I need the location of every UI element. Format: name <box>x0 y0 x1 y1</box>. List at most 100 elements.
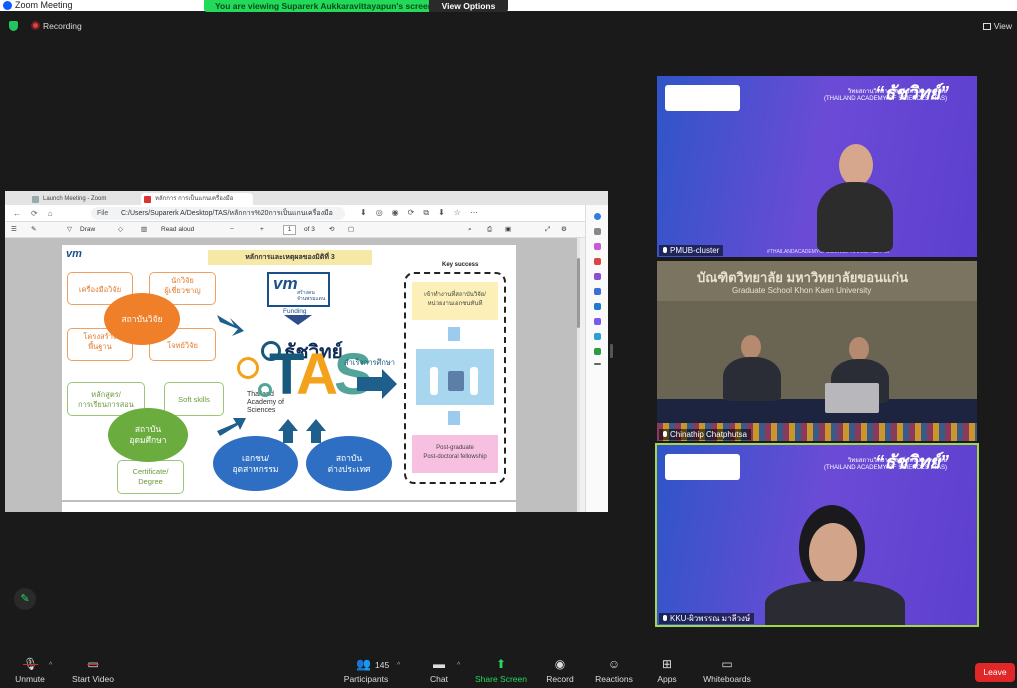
bing-icon[interactable] <box>593 213 601 220</box>
record-button[interactable]: ◉ Record <box>545 652 575 688</box>
chat-icon: ▬ <box>433 657 445 671</box>
two-page-icon[interactable]: ▢ <box>348 222 354 238</box>
pdf-page-next <box>62 502 516 512</box>
search-icon[interactable]: ⌕ <box>468 222 472 238</box>
participant-name-label: Chinathip Chatphutsa <box>659 429 751 440</box>
shared-screen[interactable]: Launch Meeting - Zoom หลักการ การเป็นแกน… <box>5 191 608 512</box>
record-icon: ◉ <box>554 657 566 671</box>
participants-button[interactable]: 👥 Participants <box>342 652 390 688</box>
leave-button[interactable]: Leave <box>975 663 1015 682</box>
tree-icon[interactable] <box>593 348 601 355</box>
participant-head <box>741 335 761 359</box>
view-options-button[interactable]: View Options <box>429 0 508 12</box>
fullscreen-icon[interactable]: ⤢ <box>545 222 550 238</box>
outlook-icon[interactable] <box>593 303 601 310</box>
add-icon[interactable] <box>593 363 601 365</box>
pdf-scrollbar[interactable] <box>577 238 580 512</box>
designer-icon[interactable] <box>593 318 601 325</box>
share-screen-icon: ⬆ <box>495 657 507 671</box>
browser-tab-active[interactable]: หลักการ การเป็นแกนเครื่องมือสนับสนุน... <box>141 193 253 214</box>
settings-icon[interactable]: ⚙ <box>561 222 567 238</box>
reactions-label: Reactions <box>595 674 633 684</box>
partner-logos <box>665 454 740 480</box>
banner-subtitle: Graduate School Khon Kaen University <box>732 286 872 295</box>
video-off-icon: ▭ <box>87 657 99 671</box>
draw-button[interactable]: Draw <box>80 222 95 238</box>
meeting-info-bar: Recording View <box>0 19 1017 33</box>
participants-caret[interactable]: ^ <box>397 662 400 669</box>
chat-caret[interactable]: ^ <box>457 662 460 669</box>
reactions-button[interactable]: ☺ Reactions <box>594 652 634 688</box>
games-icon[interactable] <box>593 273 601 280</box>
contents-icon[interactable]: ☰ <box>11 222 17 238</box>
participant-name-label: KKU-ผิวพรรณ มาลีวงษ์ <box>659 613 755 624</box>
read-aloud-button[interactable]: Read aloud <box>161 222 194 238</box>
share-screen-label: Share Screen <box>475 674 527 684</box>
pdf-page: vm หลักการและเหตุผลของมิติที่ 3 เครื่องม… <box>62 245 516 500</box>
unmute-button[interactable]: 🎙 Unmute <box>12 652 48 688</box>
drop-icon[interactable] <box>593 333 601 340</box>
page-view-icon[interactable]: ▥ <box>141 222 147 238</box>
table <box>657 399 977 423</box>
mic-icon <box>663 247 667 253</box>
whiteboard-icon: ▭ <box>721 657 733 671</box>
key-success-bottom: Post-graduate Post-doctoral fellowship <box>412 435 498 473</box>
view-button[interactable]: View <box>982 21 1012 31</box>
print-icon[interactable]: ⎙ <box>487 222 492 238</box>
search-icon[interactable] <box>593 228 601 235</box>
arrow-down-icon <box>448 411 460 425</box>
m365-icon[interactable] <box>593 288 601 295</box>
laptop <box>825 383 879 413</box>
chat-label: Chat <box>430 674 448 684</box>
apps-button[interactable]: ⊞ Apps <box>653 652 681 688</box>
chat-button[interactable]: ▬ Chat <box>424 652 454 688</box>
graduation-success-label: สำเร็จการศึกษา <box>344 358 396 367</box>
share-banner-message: You are viewing Suparerk Aukkaravittayap… <box>215 1 433 11</box>
browser-tab[interactable]: Launch Meeting - Zoom <box>29 193 139 205</box>
pdf-toolbar: ☰ ✎ ▽ Draw ◇ ▥ Read aloud − + 1 of 3 ⟲ ▢… <box>5 222 585 238</box>
banner-subtitle: วิทยสถานวิทยาศาสตร์แห่งประเทศไทย (THAILA… <box>823 458 947 471</box>
annotate-pencil-icon[interactable]: ✎ <box>14 588 36 610</box>
extension-icons[interactable]: ⬇◎◉⟳⧉⬇☆⋯ <box>360 208 487 218</box>
save-icon[interactable]: ▣ <box>505 222 511 238</box>
view-icon <box>982 23 991 30</box>
mic-muted-icon: 🎙 <box>23 657 39 671</box>
participant-name-label: PMUB-cluster <box>659 245 724 256</box>
banner-subtitle: วิทยสถานวิทยาศาสตร์แห่งประเทศไทย (THAILA… <box>823 89 947 102</box>
mic-icon <box>663 431 667 437</box>
share-screen-button[interactable]: ⬆ Share Screen <box>475 652 527 688</box>
highlight-icon[interactable]: ✎ <box>31 222 36 238</box>
unmute-label: Unmute <box>15 674 45 684</box>
participant-head <box>839 144 873 186</box>
browser-nav-icons[interactable]: ←⟳⌂ <box>13 209 63 218</box>
rotate-icon[interactable]: ⟲ <box>329 222 334 238</box>
tag-icon[interactable] <box>593 243 601 250</box>
apps-icon: ⊞ <box>661 657 673 671</box>
scrollbar-thumb[interactable] <box>577 258 580 328</box>
banner-title: บัณฑิตวิทยาลัย มหาวิทยาลัยขอนแก่น <box>697 270 909 285</box>
video-tile-active-speaker[interactable]: “ธัชวิทย์” วิทยสถานวิทยาศาสตร์แห่งประเทศ… <box>655 443 979 627</box>
participant-body <box>765 581 905 625</box>
shield-icon[interactable] <box>9 21 18 31</box>
key-success-top: เข้าทำงานที่สถาบันวิจัย/ หน่วยงานเอกชนทั… <box>412 282 498 320</box>
start-video-label: Start Video <box>72 674 114 684</box>
draw-icon[interactable]: ▽ <box>67 222 72 238</box>
toolbox-icon[interactable] <box>593 258 601 265</box>
video-tile-pmub[interactable]: “ธัชวิทย์” วิทยสถานวิทยาศาสตร์แห่งประเทศ… <box>657 76 977 257</box>
erase-icon[interactable]: ◇ <box>118 222 123 238</box>
recording-label[interactable]: Recording <box>43 21 82 31</box>
url-input[interactable]: File C:/Users/Suparerk A/Desktop/TAS/หลั… <box>91 207 345 230</box>
participants-icon: 👥 <box>356 657 371 671</box>
meeting-toolbar: 🎙 Unmute ^ ▭ Start Video 👥 Participants … <box>0 652 1017 688</box>
video-tile-chinathip[interactable]: บัณฑิตวิทยาลัย มหาวิทยาลัยขอนแก่น Gradua… <box>657 261 977 441</box>
zoom-out-button[interactable]: − <box>230 222 234 238</box>
zoom-in-button[interactable]: + <box>260 222 264 238</box>
whiteboards-button[interactable]: ▭ Whiteboards <box>700 652 754 688</box>
splitter-handle[interactable] <box>610 344 613 358</box>
audio-options-caret[interactable]: ^ <box>49 662 52 669</box>
screen-share-banner: You are viewing Suparerk Aukkaravittayap… <box>204 0 508 12</box>
pdf-document-area[interactable]: vm หลักการและเหตุผลของมิติที่ 3 เครื่องม… <box>5 238 580 512</box>
page-number-input[interactable]: 1 <box>283 225 296 235</box>
start-video-button[interactable]: ▭ Start Video <box>70 652 116 688</box>
lab-illustration <box>416 349 494 405</box>
